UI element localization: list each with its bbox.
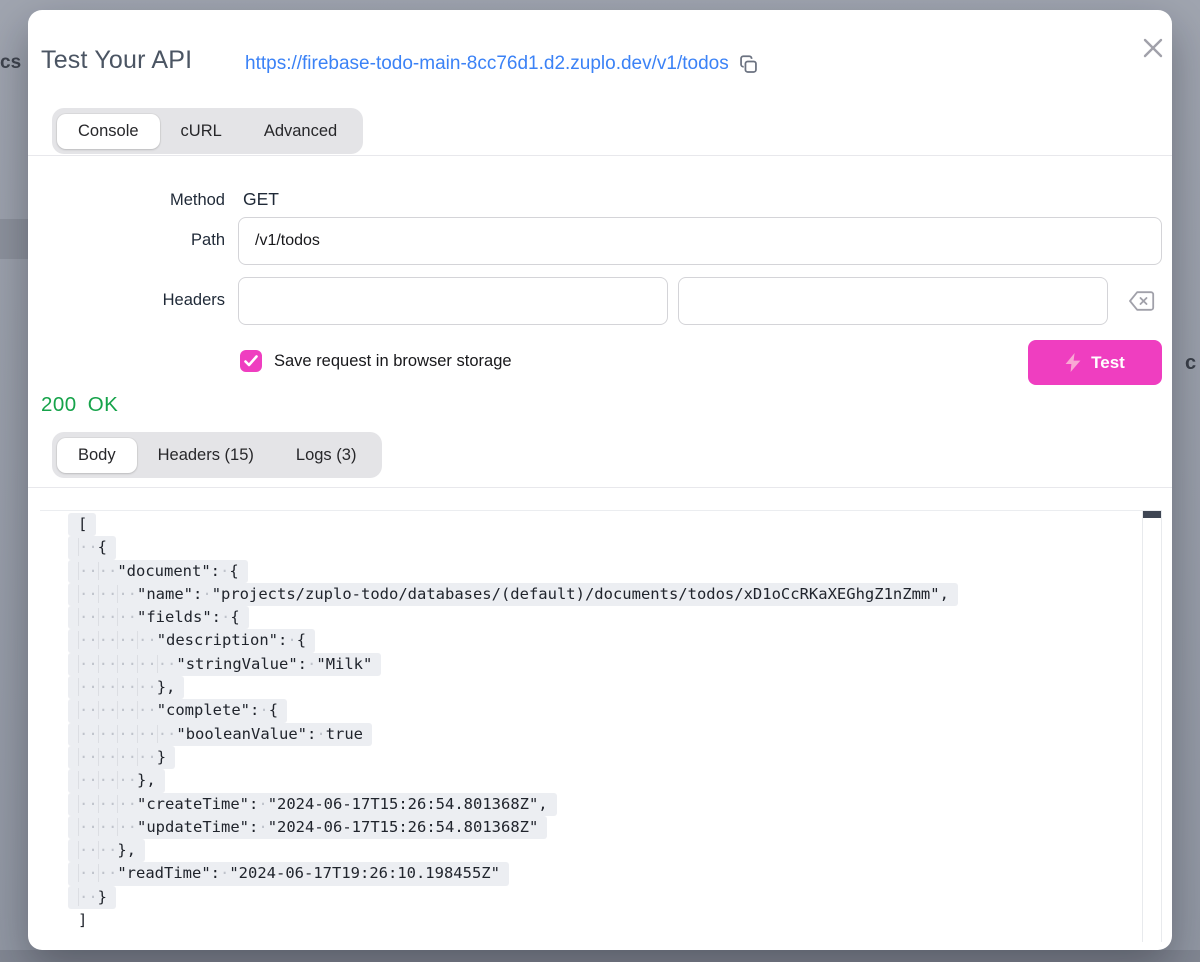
test-button-label: Test: [1091, 353, 1125, 373]
code-line: ]: [40, 909, 1162, 932]
save-request-label: Save request in browser storage: [274, 352, 512, 371]
backdrop-partial-text-left: cs: [0, 52, 26, 74]
response-body-json: [··{····"document":·{······"name":·"proj…: [40, 513, 1162, 932]
test-button[interactable]: Test: [1028, 340, 1162, 385]
path-label: Path: [28, 231, 225, 250]
divider: [28, 155, 1172, 156]
headers-label: Headers: [28, 291, 225, 310]
scrollbar-thumb[interactable]: [1143, 511, 1161, 518]
code-line: ······"name":·"projects/zuplo-todo/datab…: [40, 583, 1162, 606]
code-line: ········}: [40, 746, 1162, 769]
tab-headers-15[interactable]: Headers (15): [137, 438, 275, 473]
method-label: Method: [28, 191, 225, 210]
header-value-input[interactable]: [678, 277, 1108, 325]
code-line: ······"createTime":·"2024-06-17T15:26:54…: [40, 793, 1162, 816]
test-api-modal: Test Your API https://firebase-todo-main…: [28, 10, 1172, 950]
header-key-input[interactable]: [238, 277, 668, 325]
tab-advanced[interactable]: Advanced: [243, 114, 358, 149]
code-line: ····"document":·{: [40, 560, 1162, 583]
response-tab-group: BodyHeaders (15)Logs (3): [52, 432, 382, 478]
tab-body[interactable]: Body: [57, 438, 137, 473]
status-code: 200: [41, 393, 77, 417]
divider: [28, 487, 1172, 488]
code-line: ····"readTime":·"2024-06-17T19:26:10.198…: [40, 862, 1162, 885]
copy-icon[interactable]: [738, 54, 759, 75]
response-body-editor[interactable]: [··{····"document":·{······"name":·"proj…: [40, 510, 1162, 942]
tab-curl[interactable]: cURL: [160, 114, 243, 149]
status-text: OK: [88, 393, 119, 417]
code-line: ····},: [40, 839, 1162, 862]
code-line: ··{: [40, 536, 1162, 559]
code-line: ··}: [40, 886, 1162, 909]
tab-logs-3[interactable]: Logs (3): [275, 438, 378, 473]
path-input[interactable]: [238, 217, 1162, 265]
code-line: [: [40, 513, 1162, 536]
clear-header-icon[interactable]: [1124, 287, 1158, 315]
response-status: 200 OK: [41, 393, 118, 417]
editor-scrollbar[interactable]: [1142, 511, 1162, 942]
close-icon[interactable]: [1136, 31, 1170, 65]
save-request-checkbox[interactable]: [240, 350, 262, 372]
backdrop-element: [0, 219, 28, 259]
code-line: ··········"booleanValue":·true: [40, 723, 1162, 746]
code-line: ··········"stringValue":·"Milk": [40, 653, 1162, 676]
code-line: ········"description":·{: [40, 629, 1162, 652]
save-request-row: Save request in browser storage: [240, 350, 512, 372]
method-value[interactable]: GET: [243, 189, 279, 210]
tab-console[interactable]: Console: [57, 114, 160, 149]
request-tab-group: ConsolecURLAdvanced: [52, 108, 363, 154]
modal-title: Test Your API: [41, 46, 192, 75]
code-line: ······"fields":·{: [40, 606, 1162, 629]
backdrop-bottom-strip: [0, 950, 1200, 962]
code-line: ······"updateTime":·"2024-06-17T15:26:54…: [40, 816, 1162, 839]
code-line: ······},: [40, 769, 1162, 792]
lightning-bolt-icon: [1065, 353, 1081, 372]
api-url-link[interactable]: https://firebase-todo-main-8cc76d1.d2.zu…: [245, 53, 729, 75]
code-line: ········},: [40, 676, 1162, 699]
api-url-row: https://firebase-todo-main-8cc76d1.d2.zu…: [245, 52, 759, 75]
backdrop-partial-text-right: c: [1185, 352, 1196, 375]
code-line: ········"complete":·{: [40, 699, 1162, 722]
